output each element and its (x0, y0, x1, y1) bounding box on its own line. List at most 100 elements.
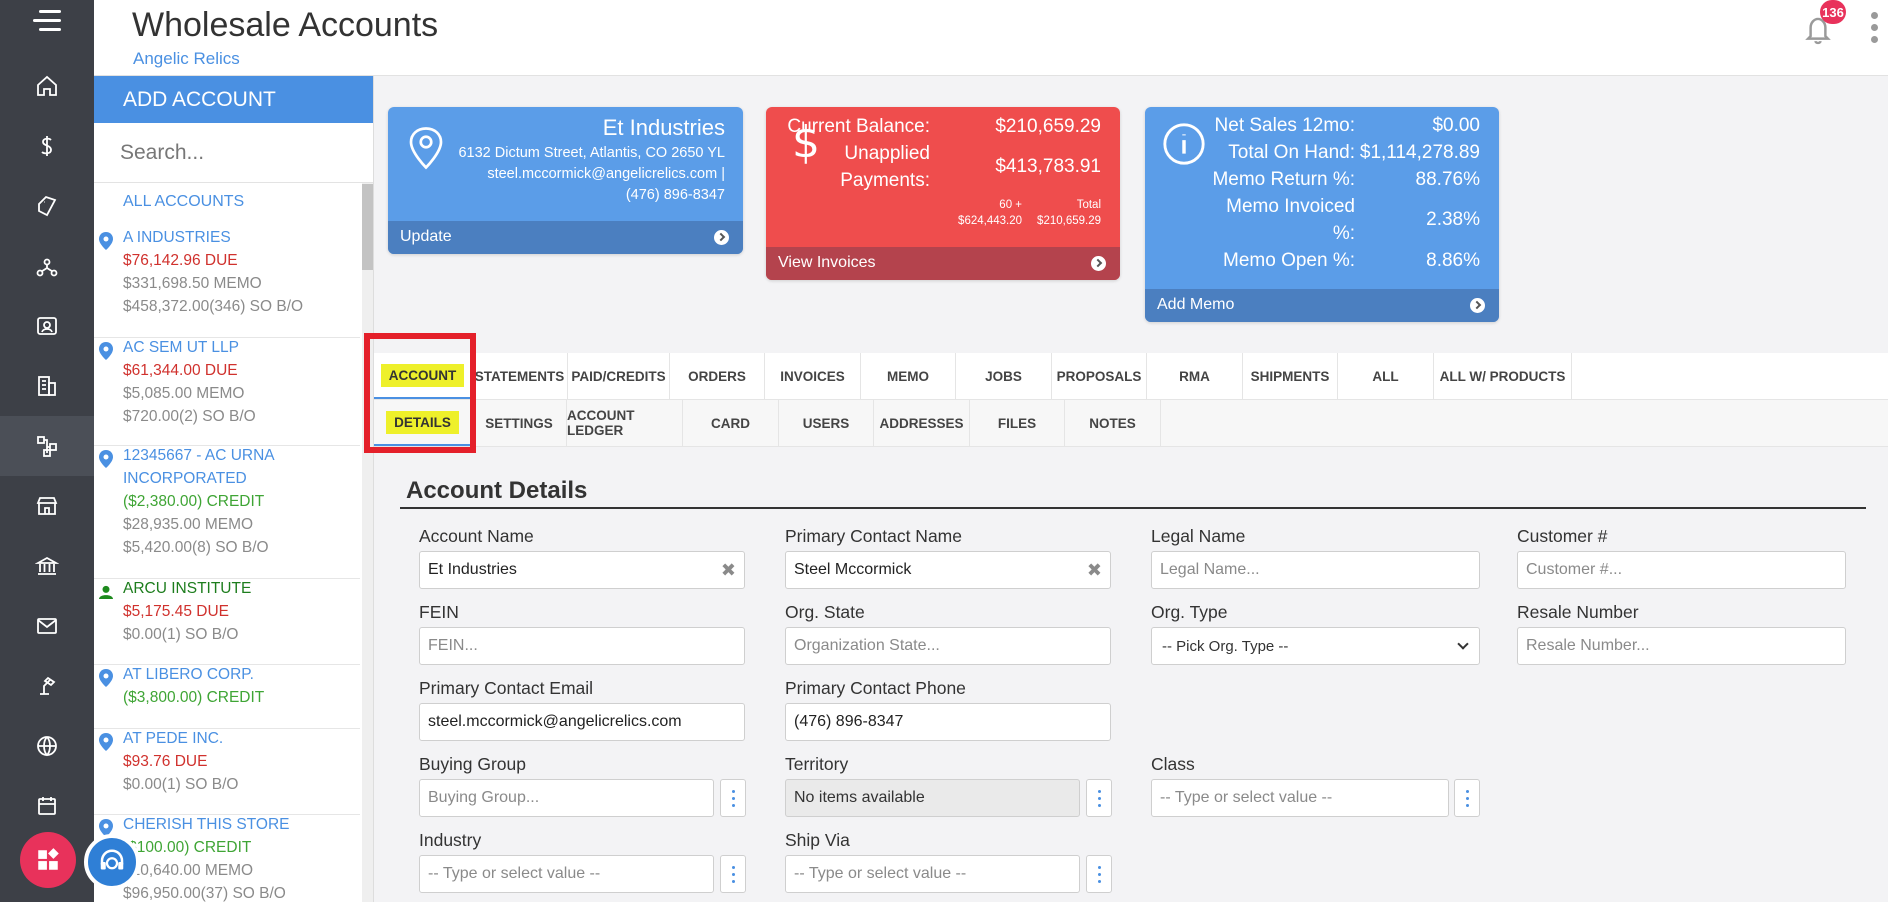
list-item[interactable]: ARCU INSTITUTE $5,175.45 DUE $0.00(1) SO… (94, 579, 360, 665)
ship-via-input[interactable] (786, 856, 1079, 892)
list-item[interactable]: AC SEM UT LLP $61,344.00 DUE $5,085.00 M… (94, 338, 360, 446)
network-icon[interactable] (0, 236, 94, 296)
tab-users[interactable]: USERS (779, 400, 874, 446)
store-icon[interactable] (0, 476, 94, 536)
tab-statements[interactable]: STATEMENTS (472, 353, 568, 399)
nav-rail (0, 0, 94, 902)
legal-name-input[interactable] (1152, 552, 1479, 588)
list-item[interactable]: A INDUSTRIES $76,142.96 DUE $331,698.50 … (94, 228, 360, 338)
workflow-icon[interactable] (0, 416, 94, 476)
account-memo: $331,698.50 MEMO (123, 275, 262, 292)
tab-orders[interactable]: ORDERS (670, 353, 765, 399)
view-invoices-link[interactable]: View Invoices (766, 247, 1120, 280)
more-options-icon[interactable] (1871, 12, 1879, 48)
tab-invoices[interactable]: INVOICES (765, 353, 861, 399)
tab-all[interactable]: ALL (1338, 353, 1434, 399)
tab-rma[interactable]: RMA (1147, 353, 1243, 399)
calendar-icon[interactable] (0, 776, 94, 836)
account-search-input[interactable] (94, 123, 373, 182)
scrollbar-track[interactable] (362, 183, 373, 902)
list-item[interactable]: 12345667 - AC URNA INCORPORATED ($2,380.… (94, 446, 360, 579)
primary-contact-phone-input[interactable] (786, 704, 1110, 740)
territory-input[interactable] (786, 780, 1079, 816)
home-icon[interactable] (0, 56, 94, 116)
tab-notes[interactable]: NOTES (1065, 400, 1161, 446)
tab-shipments[interactable]: SHIPMENTS (1243, 353, 1338, 399)
add-account-button[interactable]: ADD ACCOUNT (94, 76, 373, 123)
fein-input[interactable] (420, 628, 744, 664)
widgets-button[interactable] (20, 832, 76, 888)
resale-number-input[interactable] (1518, 628, 1845, 664)
account-so-bo: $0.00(1) SO B/O (123, 776, 239, 793)
territory-label: Territory (785, 754, 849, 774)
tab-settings[interactable]: SETTINGS (472, 400, 567, 446)
add-memo-link[interactable]: Add Memo (1145, 289, 1499, 322)
tab-memo[interactable]: MEMO (861, 353, 956, 399)
clear-icon[interactable]: ✖ (1087, 561, 1102, 579)
org-type-select[interactable]: -- Pick Org. Type -- (1151, 627, 1480, 665)
lamp-icon[interactable] (0, 656, 94, 716)
tab-account[interactable]: ACCOUNT (374, 353, 472, 399)
mail-icon[interactable] (0, 596, 94, 656)
tab-card[interactable]: CARD (683, 400, 779, 446)
buying-group-input[interactable] (420, 780, 713, 816)
legal-name-label: Legal Name (1151, 526, 1246, 546)
update-link[interactable]: Update (388, 221, 743, 254)
industry-options-button[interactable] (720, 855, 746, 893)
industry-input[interactable] (420, 856, 713, 892)
list-item[interactable]: AT LIBERO CORP. ($3,800.00) CREDIT (94, 665, 360, 729)
update-label: Update (400, 228, 452, 245)
tags-icon[interactable] (0, 176, 94, 236)
total-value: $210,659.29 (1037, 215, 1101, 227)
customer-number-input[interactable] (1518, 552, 1845, 588)
tab-account-ledger[interactable]: ACCOUNT LEDGER (567, 400, 683, 446)
main-content: Et Industries 6132 Dictum Street, Atlant… (364, 76, 1888, 902)
company-address: 6132 Dictum Street, Atlantis, CO 2650 YL (458, 145, 725, 161)
org-state-field (785, 627, 1111, 665)
account-due: $5,175.45 DUE (123, 603, 229, 620)
ship-via-label: Ship Via (785, 830, 850, 850)
account-memo: $5,085.00 MEMO (123, 385, 245, 402)
tab-paid-credits[interactable]: PAID/CREDITS (568, 353, 670, 399)
bank-icon[interactable] (0, 536, 94, 596)
current-balance-label: Current Balance: (787, 116, 930, 137)
buying-group-field (419, 779, 714, 817)
chevron-right-icon (714, 230, 729, 245)
all-accounts-link[interactable]: ALL ACCOUNTS (123, 193, 244, 211)
resale-number-field (1517, 627, 1846, 665)
primary-contact-name-input[interactable] (786, 552, 1110, 588)
tab-addresses[interactable]: ADDRESSES (874, 400, 970, 446)
company-subtitle[interactable]: Angelic Relics (133, 49, 240, 69)
contact-card-icon[interactable] (0, 296, 94, 356)
account-due: $61,344.00 DUE (123, 362, 238, 379)
memo-row-label: Net Sales 12mo: (1214, 115, 1355, 136)
tab-jobs[interactable]: JOBS (956, 353, 1052, 399)
class-input[interactable] (1152, 780, 1448, 816)
class-options-button[interactable] (1454, 779, 1480, 817)
tab-files[interactable]: FILES (970, 400, 1065, 446)
buying-group-options-button[interactable] (720, 779, 746, 817)
account-name-input[interactable] (420, 552, 744, 588)
menu-icon[interactable] (33, 10, 61, 36)
tab-all-with-products[interactable]: ALL W/ PRODUCTS (1434, 353, 1572, 399)
org-state-input[interactable] (786, 628, 1110, 664)
support-button[interactable] (84, 834, 140, 890)
dollar-icon[interactable] (0, 116, 94, 176)
ship-via-options-button[interactable] (1086, 855, 1112, 893)
clear-icon[interactable]: ✖ (721, 561, 736, 579)
globe-icon[interactable] (0, 716, 94, 776)
scrollbar-thumb[interactable] (362, 184, 373, 270)
list-item[interactable]: AT PEDE INC. $93.76 DUE $0.00(1) SO B/O (94, 729, 360, 815)
location-pin-icon (99, 342, 113, 360)
memo-row-label: Memo Invoiced (1226, 196, 1355, 217)
primary-contact-email-input[interactable] (420, 704, 744, 740)
chevron-right-icon (1470, 298, 1485, 313)
tab-details[interactable]: DETAILS (374, 400, 472, 446)
territory-options-button[interactable] (1086, 779, 1112, 817)
aging-label: 60 + (999, 199, 1022, 211)
fein-field (419, 627, 745, 665)
person-icon (99, 585, 113, 599)
tab-proposals[interactable]: PROPOSALS (1052, 353, 1147, 399)
location-pin-icon (99, 450, 113, 468)
building-icon[interactable] (0, 356, 94, 416)
